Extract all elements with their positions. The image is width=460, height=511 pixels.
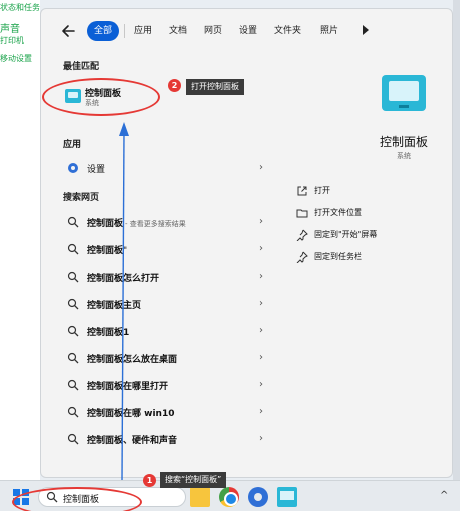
web-result[interactable]: 控制面板在哪里打开 › [63, 374, 263, 396]
search-icon [67, 216, 79, 228]
filter-bar: 全部 应用 文档 网页 设置 文件夹 照片 [41, 9, 452, 53]
tab-settings[interactable]: 设置 [232, 21, 264, 41]
search-icon [67, 406, 79, 418]
web-result[interactable]: 控制面板、硬件和声音 › [63, 428, 263, 450]
web-result-label: 控制面板1 [87, 328, 130, 338]
background-text-3: 打印机 [0, 36, 24, 45]
web-result-label: 控制面板在哪里打开 [87, 382, 169, 392]
web-result-hint: - 查看更多搜索结果 [125, 220, 186, 228]
chevron-right-icon[interactable]: › [259, 406, 263, 417]
web-result-label: 控制面板主页 [87, 301, 142, 311]
chevron-right-icon[interactable]: › [259, 271, 263, 282]
open-external-icon [297, 186, 307, 196]
web-result-label: 控制面板怎么打开 [87, 274, 160, 284]
chevron-right-icon[interactable]: › [259, 162, 263, 173]
preview-subtitle: 系统 [397, 152, 411, 160]
tab-folders[interactable]: 文件夹 [267, 21, 308, 41]
step-badge-2: 2 [168, 79, 181, 92]
chevron-right-icon[interactable]: › [259, 243, 263, 254]
background-text-4: 移动设置 [0, 54, 32, 63]
chevron-right-icon[interactable]: › [259, 298, 263, 309]
step-callout-1: 搜索“控制面板” [160, 472, 227, 488]
search-icon [67, 298, 79, 310]
chevron-right-icon[interactable]: › [259, 379, 263, 390]
web-result[interactable]: 控制面板在哪 win10 › [63, 401, 263, 423]
search-icon [67, 325, 79, 337]
gear-icon [68, 163, 78, 173]
tab-all[interactable]: 全部 [87, 21, 120, 41]
folder-icon [296, 209, 308, 218]
search-icon [67, 433, 79, 445]
filter-divider [124, 24, 125, 38]
web-result-label: 控制面板 - 查看更多搜索结果 [87, 219, 186, 229]
web-result[interactable]: 控制面板1 › [63, 320, 263, 342]
app-result-settings[interactable]: 设置 › [63, 157, 263, 179]
app-result-label: 设置 [87, 165, 106, 175]
chevron-right-icon[interactable]: › [259, 325, 263, 336]
control-panel-large-icon [382, 75, 426, 111]
action-label: 打开 [314, 186, 330, 195]
search-icon [67, 379, 79, 391]
tab-web[interactable]: 网页 [197, 21, 229, 41]
chevron-right-icon[interactable]: › [259, 352, 263, 363]
tab-photos[interactable]: 照片 [313, 21, 345, 41]
apps-heading: 应用 [63, 140, 82, 150]
web-result[interactable]: 控制面板 - 查看更多搜索结果 › [63, 211, 263, 233]
background-text-1: 状态和任务 [0, 3, 40, 12]
web-result[interactable]: 控制面板" › [63, 238, 263, 260]
file-explorer-icon[interactable] [190, 484, 210, 507]
tab-apps[interactable]: 应用 [127, 21, 159, 41]
web-result-label: 控制面板在哪 win10 [87, 409, 175, 419]
best-match-heading: 最佳匹配 [63, 62, 100, 72]
web-result[interactable]: 控制面板怎么放在桌面 › [63, 347, 263, 369]
highlight-ellipse-search [12, 487, 142, 511]
chevron-up-icon[interactable]: ^ [440, 490, 448, 501]
background-window-edge [453, 0, 460, 480]
search-icon [67, 352, 79, 364]
preview-title: 控制面板 [379, 135, 428, 149]
play-right-icon[interactable] [363, 25, 369, 35]
results-list: 最佳匹配 控制面板 系统 应用 设置 › 搜索网页 控制面板 - 查看更多搜索结果… [41, 53, 274, 477]
step-callout-2: 打开控制面板 [186, 79, 244, 95]
web-result-label: 控制面板怎么放在桌面 [87, 355, 178, 365]
highlight-ellipse-best-match [42, 78, 160, 116]
action-label: 固定到"开始"屏幕 [314, 230, 378, 239]
search-icon [67, 271, 79, 283]
preview-pane: 控制面板 系统 打开 打开文件位置 固定到"开始"屏幕 固定到任务栏 [274, 53, 452, 477]
search-icon [67, 243, 79, 255]
pin-icon [296, 251, 308, 263]
web-result[interactable]: 控制面板怎么打开 › [63, 266, 263, 288]
action-label: 固定到任务栏 [314, 252, 362, 261]
settings-app-icon[interactable] [248, 487, 268, 507]
chevron-right-icon[interactable]: › [259, 216, 263, 227]
action-label: 打开文件位置 [314, 208, 362, 217]
web-result[interactable]: 控制面板主页 › [63, 293, 263, 315]
arrow-left-icon[interactable] [61, 23, 77, 39]
web-heading: 搜索网页 [63, 193, 100, 203]
web-result-label: 控制面板、硬件和声音 [87, 436, 178, 446]
control-panel-icon[interactable] [277, 487, 297, 507]
pin-icon [296, 229, 308, 241]
background-window: 状态和任务 声音 打印机 移动设置 [0, 0, 40, 480]
background-text-2: 声音 [0, 24, 20, 35]
chrome-icon[interactable] [219, 487, 239, 507]
chevron-right-icon[interactable]: › [259, 433, 263, 444]
web-result-label: 控制面板" [87, 246, 128, 256]
tab-documents[interactable]: 文档 [162, 21, 194, 41]
step-badge-1: 1 [143, 474, 156, 487]
